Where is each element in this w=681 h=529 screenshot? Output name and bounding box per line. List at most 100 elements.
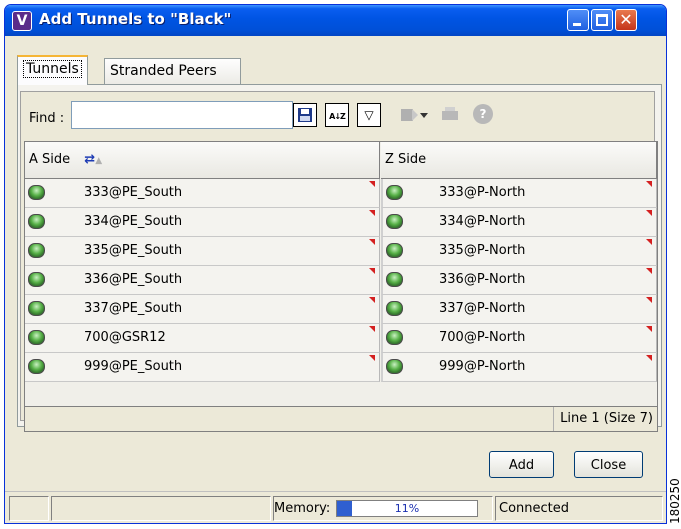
- cell-z-side[interactable]: 334@P-North: [381, 208, 657, 237]
- tunnel-name: 335@P-North: [439, 243, 526, 258]
- tunnels-table[interactable]: A Side ⇄▲ Z Side 333@PE_South 333@P-North…: [24, 141, 658, 407]
- refresh-sort-icon: ⇄▲: [84, 152, 103, 167]
- close-window-button[interactable]: ✕: [615, 9, 637, 31]
- sort-az-icon: A↓Z: [329, 112, 346, 121]
- flag-icon: [369, 355, 375, 361]
- memory-label: Memory:: [274, 501, 331, 516]
- tab-tunnels-label: Tunnels: [23, 60, 82, 78]
- tunnel-icon: [386, 359, 403, 374]
- tunnel-icon: [386, 185, 403, 200]
- cell-z-side[interactable]: 335@P-North: [381, 237, 657, 266]
- window-title: Add Tunnels to "Black": [39, 10, 232, 28]
- filter-button[interactable]: ▽: [357, 103, 381, 127]
- flag-icon: [369, 268, 375, 274]
- cell-a-side[interactable]: 333@PE_South: [25, 179, 380, 208]
- flag-icon: [369, 181, 375, 187]
- tab-stranded-peers[interactable]: Stranded Peers: [104, 58, 241, 84]
- close-button[interactable]: Close: [574, 451, 643, 478]
- flag-icon: [369, 239, 375, 245]
- figure-id-text: 180250: [668, 478, 681, 524]
- tunnel-name: 700@P-North: [439, 330, 526, 345]
- table-row[interactable]: 700@GSR12 700@P-North: [25, 324, 657, 353]
- column-header-z-side[interactable]: Z Side: [381, 142, 657, 179]
- minimize-icon: [573, 23, 581, 26]
- cell-z-side[interactable]: 333@P-North: [381, 179, 657, 208]
- tunnel-icon: [28, 359, 45, 374]
- print-button[interactable]: [438, 103, 462, 127]
- status-bar: Memory: 11% Connected: [5, 491, 666, 523]
- table-row[interactable]: 999@PE_South 999@P-North: [25, 353, 657, 382]
- tunnel-name: 700@GSR12: [84, 330, 166, 345]
- export-icon: [401, 109, 418, 121]
- tunnel-name: 336@P-North: [439, 272, 526, 287]
- tunnel-icon: [28, 185, 45, 200]
- table-row[interactable]: 336@PE_South 336@P-North: [25, 266, 657, 295]
- cell-a-side[interactable]: 335@PE_South: [25, 237, 380, 266]
- tunnel-name: 337@P-North: [439, 301, 526, 316]
- table-row[interactable]: 333@PE_South 333@P-North: [25, 179, 657, 208]
- tunnel-icon: [28, 214, 45, 229]
- cell-a-side[interactable]: 999@PE_South: [25, 353, 380, 382]
- find-input[interactable]: [71, 101, 293, 129]
- toolbar: Find : A↓Z ▽ ?: [20, 92, 655, 138]
- cell-a-side[interactable]: 336@PE_South: [25, 266, 380, 295]
- add-button[interactable]: Add: [489, 451, 554, 478]
- table-status-bar: Line 1 (Size 7): [24, 407, 658, 432]
- flag-icon: [369, 297, 375, 303]
- flag-icon: [646, 297, 652, 303]
- cell-z-side[interactable]: 337@P-North: [381, 295, 657, 324]
- figure-id-watermark: 180250: [668, 460, 681, 525]
- tunnel-icon: [28, 243, 45, 258]
- column-header-a-side[interactable]: A Side ⇄▲: [25, 142, 380, 179]
- flag-icon: [646, 326, 652, 332]
- flag-icon: [646, 181, 652, 187]
- cell-z-side[interactable]: 336@P-North: [381, 266, 657, 295]
- cell-a-side[interactable]: 334@PE_South: [25, 208, 380, 237]
- table-header: A Side ⇄▲ Z Side: [25, 142, 657, 179]
- tunnel-icon: [386, 301, 403, 316]
- minimize-button[interactable]: [567, 9, 589, 31]
- tunnel-icon: [28, 330, 45, 345]
- table-line-size: Line 1 (Size 7): [553, 407, 653, 431]
- tunnel-name: 334@PE_South: [84, 214, 183, 229]
- export-dropdown-button[interactable]: [418, 103, 430, 127]
- maximize-icon: [596, 14, 608, 26]
- print-icon: [442, 107, 458, 120]
- flag-icon: [369, 326, 375, 332]
- tunnel-icon: [386, 272, 403, 287]
- tunnel-icon: [28, 272, 45, 287]
- filter-icon: ▽: [364, 108, 374, 122]
- save-columns-button[interactable]: [293, 103, 317, 127]
- table-row[interactable]: 335@PE_South 335@P-North: [25, 237, 657, 266]
- tunnel-name: 999@PE_South: [84, 359, 183, 374]
- flag-icon: [646, 355, 652, 361]
- flag-icon: [646, 210, 652, 216]
- status-segment-1: [9, 496, 49, 521]
- help-button[interactable]: ?: [471, 103, 495, 127]
- tunnel-name: 336@PE_South: [84, 272, 183, 287]
- table-row[interactable]: 334@PE_South 334@P-North: [25, 208, 657, 237]
- tunnel-icon: [386, 330, 403, 345]
- cell-a-side[interactable]: 700@GSR12: [25, 324, 380, 353]
- maximize-button[interactable]: [591, 9, 613, 31]
- tunnel-icon: [386, 243, 403, 258]
- title-bar[interactable]: V Add Tunnels to "Black" ✕: [5, 5, 666, 36]
- tunnel-name: 999@P-North: [439, 359, 526, 374]
- cell-z-side[interactable]: 999@P-North: [381, 353, 657, 382]
- memory-percent: 11%: [394, 502, 420, 515]
- table-row[interactable]: 337@PE_South 337@P-North: [25, 295, 657, 324]
- cell-z-side[interactable]: 700@P-North: [381, 324, 657, 353]
- connection-status: Connected: [495, 496, 663, 521]
- flag-icon: [646, 268, 652, 274]
- tunnel-icon: [28, 301, 45, 316]
- sort-button[interactable]: A↓Z: [325, 103, 349, 127]
- tab-tunnels[interactable]: Tunnels: [17, 55, 88, 85]
- save-icon: [298, 108, 312, 122]
- tunnel-icon: [386, 214, 403, 229]
- app-icon: V: [12, 11, 32, 31]
- cell-a-side[interactable]: 337@PE_South: [25, 295, 380, 324]
- flag-icon: [646, 239, 652, 245]
- chevron-down-icon: [420, 113, 428, 118]
- close-icon: ✕: [619, 10, 633, 29]
- tunnel-name: 335@PE_South: [84, 243, 183, 258]
